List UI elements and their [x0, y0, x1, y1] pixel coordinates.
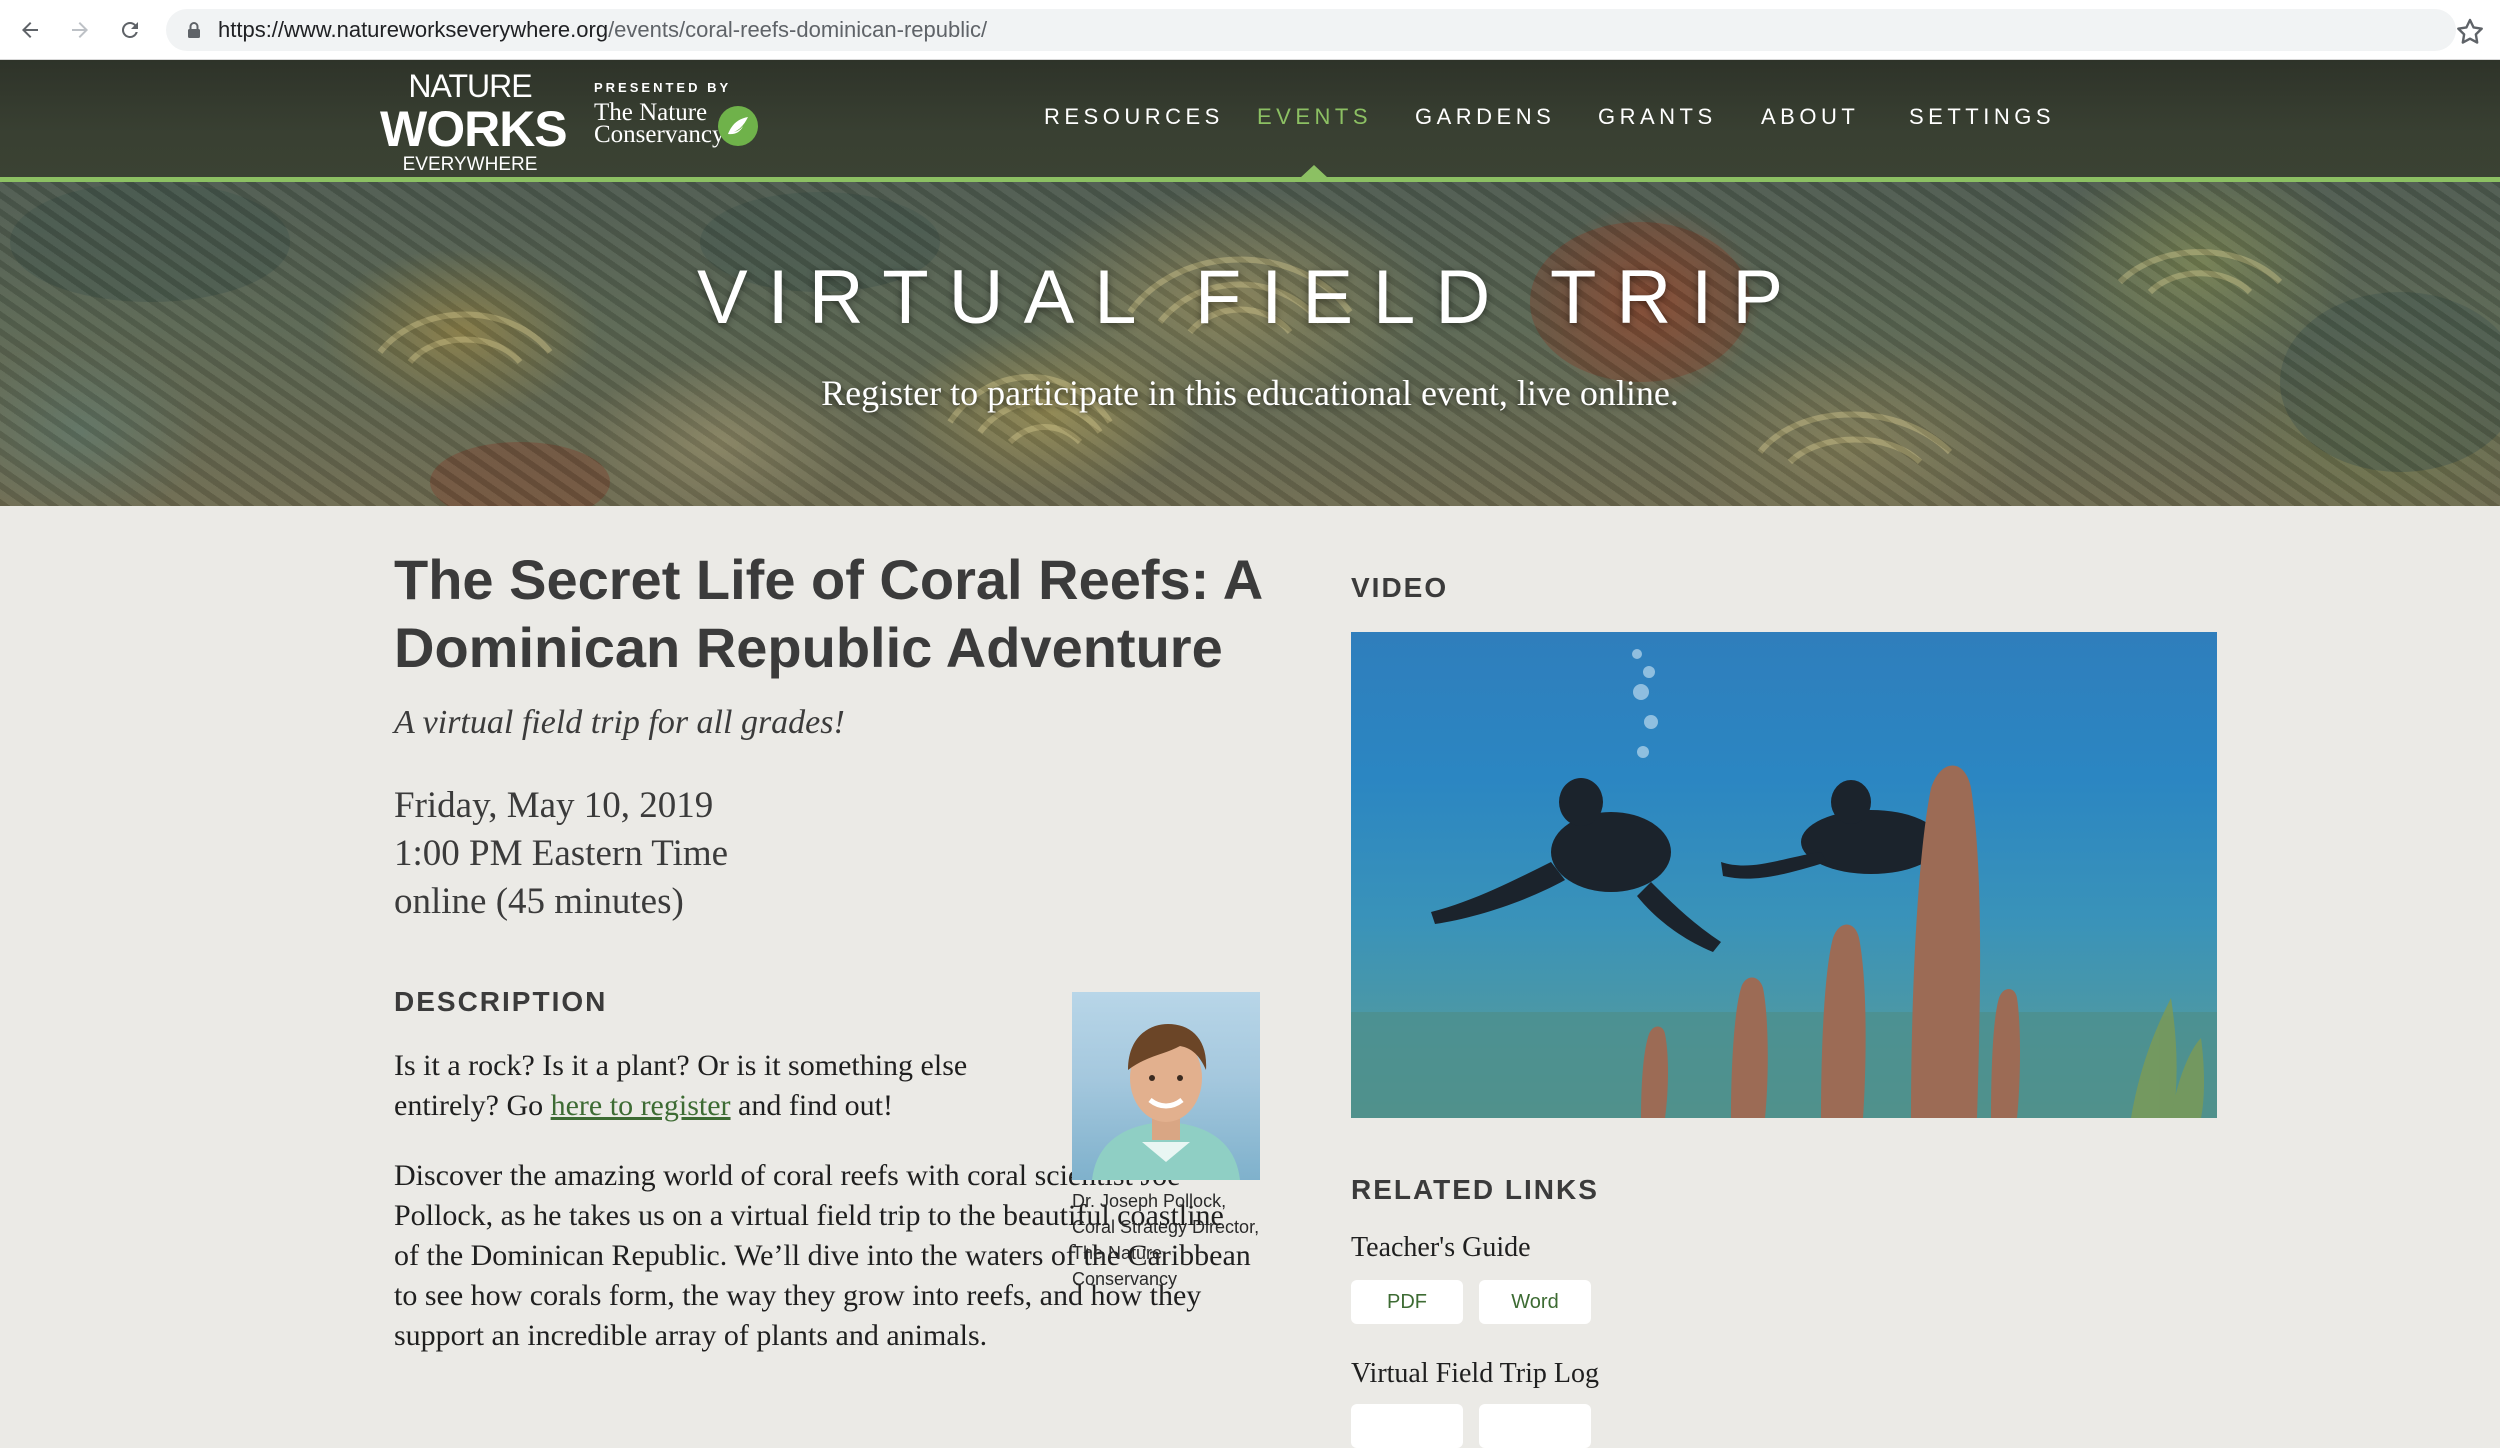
teachers-guide-word-button[interactable]: Word: [1479, 1280, 1591, 1324]
portrait-image: [1092, 1024, 1240, 1180]
description-p1-end: and find out!: [730, 1089, 893, 1122]
video-thumbnail: [1351, 649, 2217, 1118]
event-title: The Secret Life of Coral Reefs: A Domini…: [394, 548, 1262, 679]
event-subtitle: A virtual field trip for all grades!: [394, 704, 845, 741]
nav-gardens[interactable]: GARDENS: [1415, 104, 1555, 130]
field-trip-log-label: Virtual Field Trip Log: [1351, 1358, 1600, 1389]
field-trip-log-word-button[interactable]: [1479, 1404, 1591, 1448]
event-schedule: Friday, May 10, 2019 1:00 PM Eastern Tim…: [394, 782, 728, 926]
url-text: https://www.natureworkseverywhere.org/ev…: [218, 9, 987, 51]
back-arrow-icon: [22, 22, 38, 38]
lock-icon: [188, 22, 200, 38]
nav-resources[interactable]: RESOURCES: [1044, 104, 1224, 130]
hero-subtitle: Register to participate in this educatio…: [821, 373, 1679, 413]
register-link[interactable]: here to register: [551, 1089, 731, 1122]
nav-about[interactable]: ABOUT: [1761, 104, 1859, 130]
nav-grants[interactable]: GRANTS: [1598, 104, 1717, 130]
nav-events[interactable]: EVENTS: [1257, 104, 1372, 130]
main-navigation: RESOURCES EVENTS GARDENS GRANTS ABOUT SE…: [0, 60, 2500, 177]
teachers-guide-label: Teacher's Guide: [1351, 1232, 1531, 1263]
description-heading: DESCRIPTION: [394, 986, 608, 1017]
url-path: /events/coral-reefs-dominican-republic/: [608, 17, 988, 42]
active-nav-indicator: [1300, 165, 1328, 178]
address-bar[interactable]: https://www.natureworkseverywhere.org/ev…: [166, 9, 2456, 51]
hero-title: VIRTUAL FIELD TRIP: [696, 255, 1804, 340]
url-host: https://www.natureworkseverywhere.org: [218, 17, 609, 42]
hero-banner: VIRTUAL FIELD TRIP Register to participa…: [0, 182, 2500, 506]
video-player[interactable]: [1351, 632, 2217, 1118]
forward-arrow-icon: [72, 22, 88, 38]
event-date: Friday, May 10, 2019: [394, 785, 714, 826]
description-paragraph-1: Is it a rock? Is it a plant? Or is it so…: [394, 1046, 1034, 1126]
related-links-heading: RELATED LINKS: [1351, 1174, 1599, 1205]
reload-button[interactable]: [114, 14, 146, 46]
forward-button[interactable]: [64, 14, 96, 46]
main-content: The Secret Life of Coral Reefs: A Domini…: [0, 506, 2500, 1448]
scientist-photo: [1072, 992, 1260, 1180]
event-time: 1:00 PM Eastern Time: [394, 833, 729, 874]
nav-settings[interactable]: SETTINGS: [1909, 104, 2055, 130]
teachers-guide-pdf-button[interactable]: PDF: [1351, 1280, 1463, 1324]
browser-toolbar: https://www.natureworkseverywhere.org/ev…: [0, 0, 2500, 60]
photo-caption: Dr. Joseph Pollock, Coral Strategy Direc…: [1072, 1191, 1260, 1289]
video-heading: VIDEO: [1351, 572, 1449, 603]
event-duration: online (45 minutes): [394, 881, 684, 922]
star-icon[interactable]: [2454, 16, 2486, 48]
back-button[interactable]: [14, 14, 46, 46]
reload-icon: [121, 21, 138, 38]
field-trip-log-pdf-button[interactable]: [1351, 1404, 1463, 1448]
coral-reef-background: [10, 182, 2500, 506]
